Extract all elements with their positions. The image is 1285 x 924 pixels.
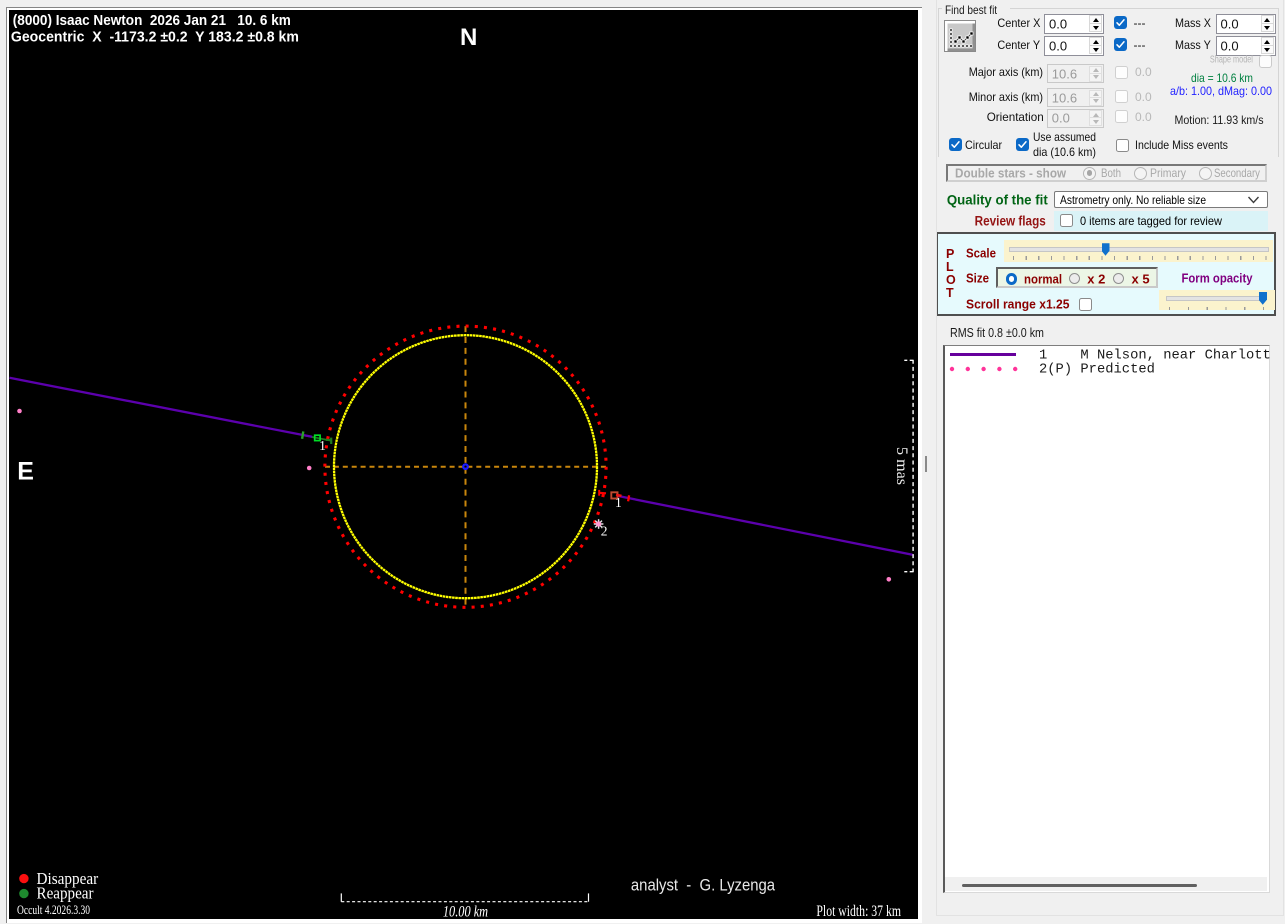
- svg-text:10.00 km: 10.00 km: [442, 903, 487, 919]
- svg-text:E: E: [17, 457, 34, 485]
- svg-text:Reappear: Reappear: [36, 883, 93, 902]
- svg-text:1: 1: [319, 437, 326, 452]
- svg-text:(8000) Isaac Newton 2026 Jan: (8000) Isaac Newton 2026 Jan 21 10. 6 km: [12, 12, 290, 29]
- svg-text:Geocentric X -1173.2 ±0.2 Y: Geocentric X -1173.2 ±0.2 Y 183.2 ±0.8 k…: [10, 28, 298, 45]
- svg-text:Plot width: 37 km: Plot width: 37 km: [816, 902, 901, 918]
- svg-text:1: 1: [615, 494, 622, 509]
- svg-text:analyst - G. Lyzenga: analyst - G. Lyzenga: [630, 875, 775, 894]
- svg-text:N: N: [460, 23, 477, 50]
- svg-text:5 mas: 5 mas: [893, 447, 910, 485]
- svg-text:2: 2: [600, 523, 607, 538]
- svg-text:Occult 4.2026.3.30: Occult 4.2026.3.30: [17, 902, 90, 917]
